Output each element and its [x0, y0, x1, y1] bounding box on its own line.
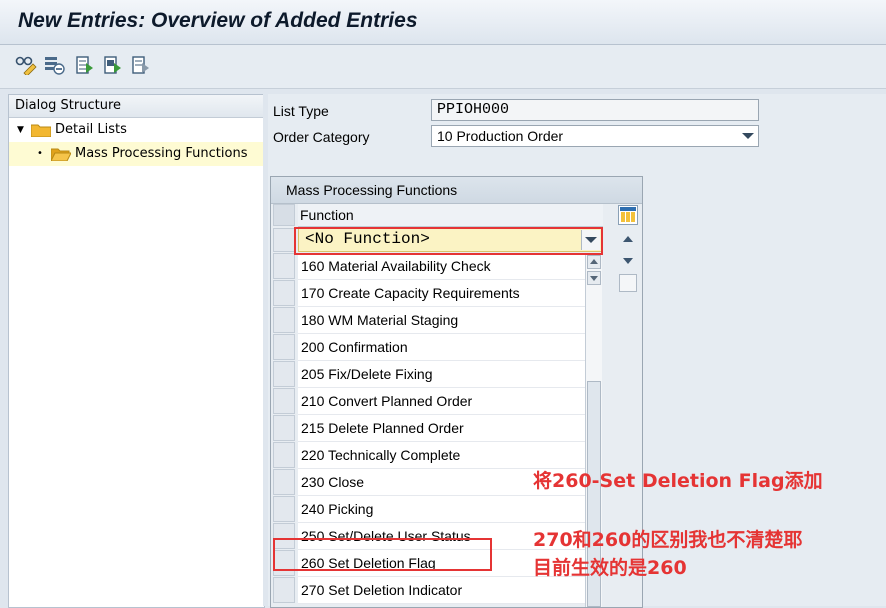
list-item[interactable]: 180 WM Material Staging	[298, 307, 589, 334]
list-item[interactable]: 205 Fix/Delete Fixing	[298, 361, 589, 388]
list-item[interactable]: 210 Convert Planned Order	[298, 388, 589, 415]
delete-rows-icon[interactable]	[43, 54, 65, 76]
table-settings-icon[interactable]	[618, 205, 638, 225]
row-selector[interactable]	[273, 307, 295, 333]
list-item[interactable]: 270 Set Deletion Indicator	[298, 577, 589, 604]
annotation-note-line1: 270和260的区别我也不清楚耶	[533, 529, 803, 551]
row-selector[interactable]	[273, 469, 295, 495]
chevron-down-icon[interactable]	[742, 133, 754, 139]
list-item[interactable]: 200 Confirmation	[298, 334, 589, 361]
row-selector[interactable]	[273, 442, 295, 468]
order-category-value: 10 Production Order	[437, 128, 564, 144]
table-scroll-down-icon[interactable]	[620, 254, 636, 268]
row-selector[interactable]	[273, 228, 295, 252]
row-selector[interactable]	[273, 415, 295, 441]
list-item[interactable]: 240 Picking	[298, 496, 589, 523]
select-block-icon[interactable]	[102, 54, 124, 76]
scroll-down-button[interactable]	[587, 271, 601, 285]
column-header-function[interactable]: Function	[298, 204, 603, 227]
row-selector[interactable]	[273, 388, 295, 414]
highlight-box-dropdown	[294, 227, 603, 255]
table-title: Mass Processing Functions	[271, 177, 642, 204]
annotation-note-line2: 目前生效的是260	[533, 557, 687, 579]
list-type-field[interactable]: PPIOH000	[431, 99, 759, 121]
order-category-label: Order Category	[273, 129, 370, 145]
expand-triangle-icon[interactable]: ▼	[17, 118, 24, 142]
list-item[interactable]: 215 Delete Planned Order	[298, 415, 589, 442]
scroll-up-button[interactable]	[587, 255, 601, 269]
row-selector[interactable]	[273, 334, 295, 360]
table-scroll-thumb[interactable]	[619, 274, 637, 292]
tree-item-detail-lists[interactable]: ▼ Detail Lists	[9, 118, 264, 142]
window-title: New Entries: Overview of Added Entries	[18, 9, 418, 32]
table-scroll-up-icon[interactable]	[620, 232, 636, 246]
highlight-box-260	[273, 538, 492, 571]
order-category-dropdown[interactable]: 10 Production Order	[431, 125, 759, 147]
dialog-structure-panel: Dialog Structure ▼ Detail Lists • Mass P…	[8, 94, 265, 608]
application-toolbar	[0, 45, 886, 89]
row-selector[interactable]	[273, 253, 295, 279]
tree-item-mass-processing[interactable]: • Mass Processing Functions	[9, 142, 264, 166]
list-type-label: List Type	[273, 103, 329, 119]
open-folder-icon	[51, 148, 71, 161]
list-item[interactable]: 160 Material Availability Check	[298, 253, 589, 280]
list-item[interactable]: 170 Create Capacity Requirements	[298, 280, 589, 307]
folder-icon	[31, 124, 51, 137]
tree-bullet: •	[37, 148, 43, 159]
title-bar: New Entries: Overview of Added Entries	[0, 0, 886, 45]
annotation-add-260: 将260-Set Deletion Flag添加	[533, 470, 823, 492]
tree-item-label: Mass Processing Functions	[75, 146, 248, 161]
row-selector[interactable]	[273, 496, 295, 522]
row-selector[interactable]	[273, 577, 295, 603]
deselect-all-icon[interactable]	[130, 54, 152, 76]
tree-item-label: Detail Lists	[55, 122, 127, 137]
row-selector[interactable]	[273, 361, 295, 387]
list-item[interactable]: 220 Technically Complete	[298, 442, 589, 469]
row-selector[interactable]	[273, 280, 295, 306]
glasses-change-icon[interactable]	[15, 54, 37, 76]
dialog-structure-header: Dialog Structure	[9, 95, 264, 118]
select-all-cell[interactable]	[273, 204, 295, 226]
select-all-icon[interactable]	[74, 54, 96, 76]
